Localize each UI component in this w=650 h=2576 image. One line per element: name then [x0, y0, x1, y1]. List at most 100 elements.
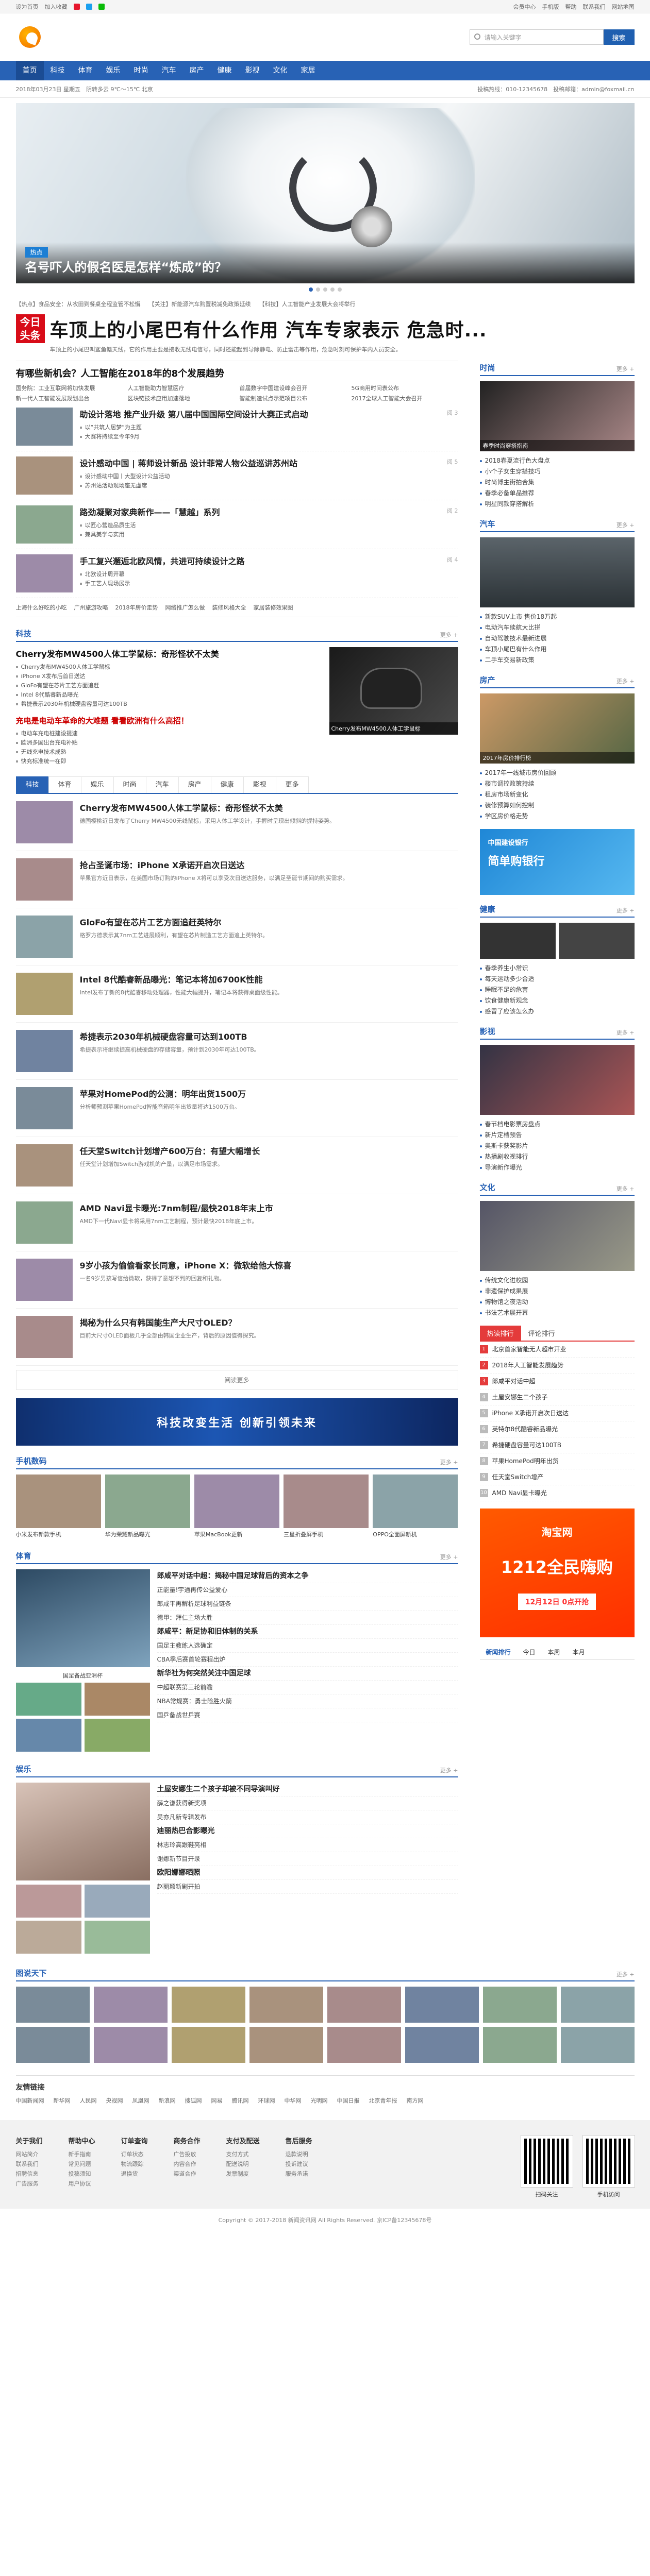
- rank-title[interactable]: 北京首家智能无人超市开业: [492, 1342, 566, 1357]
- fashion-news-item[interactable]: 明星同款穿搭解析: [479, 499, 635, 510]
- bullet-item[interactable]: 大赛将持续至今年9月: [79, 432, 308, 442]
- fashion-image[interactable]: 春季时尚穿搭指南: [479, 381, 635, 451]
- rank-item[interactable]: 1 北京首家智能无人超市开业: [479, 1342, 635, 1358]
- wechat-icon[interactable]: [98, 4, 105, 10]
- sports-news-item[interactable]: CBA季后赛首轮赛程出炉: [157, 1653, 458, 1667]
- more-link[interactable]: 更多 +: [616, 677, 635, 687]
- mobile-link[interactable]: 手机版: [542, 3, 559, 11]
- headline-title[interactable]: 车顶上的小尾巴有什么作用 汽车专家表示 危急时...: [50, 315, 487, 342]
- sports-news-item[interactable]: 国乒备战世乒赛: [157, 1708, 458, 1722]
- footer-link[interactable]: 渠道合作: [174, 2169, 201, 2179]
- bullet-item[interactable]: iPhone X发布后首日送达: [15, 672, 321, 681]
- ent-headline[interactable]: 欧阳娜娜晒照: [157, 1869, 201, 1877]
- category-tab[interactable]: 更多: [275, 776, 309, 793]
- more-link[interactable]: 更多 +: [440, 1553, 458, 1563]
- sports-news-item[interactable]: 正能量!宇通再传公益爱心: [157, 1583, 458, 1597]
- friend-link[interactable]: 网易: [211, 2096, 223, 2105]
- footer-link[interactable]: 订单状态: [121, 2149, 148, 2159]
- article-thumb[interactable]: [15, 456, 73, 495]
- sports-link[interactable]: CBA季后赛首轮赛程出炉: [157, 1656, 226, 1663]
- footer-link[interactable]: 用户协议: [69, 2179, 95, 2189]
- slider-dot[interactable]: [308, 287, 313, 292]
- rank-item[interactable]: 5 iPhone X承诺开启次日送达: [479, 1405, 635, 1421]
- ent-thumb[interactable]: [84, 1885, 150, 1918]
- category-tab[interactable]: 房产: [178, 776, 211, 793]
- bullet-item[interactable]: 以匠心营造品质生活: [79, 521, 220, 530]
- feed-thumb[interactable]: [15, 1087, 73, 1129]
- ent-news-item[interactable]: 欧阳娜娜晒照: [157, 1866, 458, 1880]
- member-center-link[interactable]: 会员中心: [513, 3, 536, 11]
- fashion-news-item[interactable]: 春季必备单品推荐: [479, 488, 635, 499]
- rank-item[interactable]: 7 希捷硬盘容量可达100TB: [479, 1437, 635, 1453]
- feed-title[interactable]: 任天堂Switch计划增产600万台：有望大幅增长: [80, 1144, 260, 1157]
- sports-news-item[interactable]: 郎咸平对话中超：揭秘中国足球背后的资本之争: [157, 1569, 458, 1583]
- ent-link[interactable]: 赵丽颖新剧开拍: [157, 1883, 201, 1890]
- nav-item[interactable]: 家居: [294, 61, 322, 80]
- bullet-item[interactable]: 无线充电技术成熟: [15, 748, 321, 757]
- bullet-item[interactable]: 设计感动中国丨大型设计公益活动: [79, 472, 298, 481]
- search-input[interactable]: 请输入关键字: [469, 29, 604, 45]
- feed-thumb[interactable]: [15, 1259, 73, 1301]
- sports-thumb[interactable]: [15, 1719, 81, 1752]
- sports-headline[interactable]: 郎咸平对话中超：揭秘中国足球背后的资本之争: [157, 1572, 309, 1580]
- nav-item[interactable]: 体育: [72, 61, 99, 80]
- more-link[interactable]: 更多 +: [440, 631, 458, 641]
- health-news-item[interactable]: 感冒了应该怎么办: [479, 1006, 635, 1017]
- tech-image[interactable]: Cherry发布MW4500人体工学鼠标: [329, 647, 458, 735]
- footer-link[interactable]: 广告投放: [174, 2149, 201, 2159]
- more-link[interactable]: 更多 +: [440, 1766, 458, 1776]
- friend-link[interactable]: 北京青年报: [369, 2096, 397, 2105]
- more-link[interactable]: 更多 +: [616, 1184, 635, 1195]
- rank-item[interactable]: 2 2018年人工智能发展趋势: [479, 1358, 635, 1374]
- more-link[interactable]: 更多 +: [440, 1458, 458, 1468]
- nav-item[interactable]: 娱乐: [99, 61, 127, 80]
- ent-headline[interactable]: 迪丽热巴合影曝光: [157, 1827, 215, 1835]
- gallery-thumb[interactable]: [15, 2027, 90, 2063]
- friend-link[interactable]: 光明网: [311, 2096, 328, 2105]
- lead-title[interactable]: 有哪些新机会？人工智能在2018年的8个发展趋势: [16, 368, 225, 379]
- friend-link[interactable]: 新浪网: [159, 2096, 176, 2105]
- bullet-item[interactable]: 苏州站活动现场座无虚席: [79, 481, 298, 490]
- ent-link[interactable]: 林志玲高跟鞋亮相: [157, 1841, 207, 1849]
- gallery-thumb[interactable]: [560, 2027, 635, 2063]
- gallery-thumb[interactable]: [15, 1987, 90, 2023]
- film-news-item[interactable]: 新片定档预告: [479, 1130, 635, 1141]
- category-tab[interactable]: 娱乐: [80, 776, 114, 793]
- gallery-thumb[interactable]: [93, 2027, 168, 2063]
- sports-headline[interactable]: 郎咸平：新足协和旧体制的关系: [157, 1628, 258, 1636]
- culture-news-item[interactable]: 书法艺术展开幕: [479, 1308, 635, 1318]
- nav-item[interactable]: 影视: [239, 61, 266, 80]
- digital-card[interactable]: 三星折叠屏手机: [284, 1475, 369, 1538]
- feed-title[interactable]: AMD Navi显卡曝光:7nm制程/最快2018年末上市: [80, 1201, 273, 1214]
- culture-news-item[interactable]: 非遗保护成果展: [479, 1286, 635, 1297]
- bullet-item[interactable]: 欧洲多国出台充电补贴: [15, 738, 321, 748]
- ent-news-item[interactable]: 谢娜新节目开录: [157, 1852, 458, 1866]
- footer-link[interactable]: 退换货: [121, 2169, 148, 2179]
- sports-link[interactable]: 中超联赛第三轮前瞻: [157, 1684, 213, 1691]
- tencent-weibo-icon[interactable]: [86, 4, 92, 10]
- footer-link[interactable]: 常见问题: [69, 2159, 95, 2169]
- sports-thumb[interactable]: [84, 1719, 150, 1752]
- bullet-item[interactable]: 电动车充电桩建设提速: [15, 729, 321, 738]
- footer-link[interactable]: 投诉建议: [286, 2159, 312, 2169]
- tech-feature2-title[interactable]: 充电是电动车革命的大难题 看看欧洲有什么高招！: [16, 715, 321, 726]
- rank-title[interactable]: 郎咸平对话中超: [492, 1374, 536, 1389]
- fashion-news-item[interactable]: 时尚博主街拍合集: [479, 477, 635, 488]
- feed-thumb[interactable]: [15, 1201, 73, 1244]
- sports-thumb[interactable]: [15, 1683, 81, 1716]
- sports-news-item[interactable]: 郎咸平再解析足球利益链条: [157, 1597, 458, 1611]
- site-logo[interactable]: [16, 23, 44, 51]
- lead-link[interactable]: 区块链技术应用加速落地: [128, 394, 235, 402]
- film-news-item[interactable]: 春节档电影票房盘点: [479, 1119, 635, 1130]
- rank-item[interactable]: 10 AMD Navi显卡曝光: [479, 1485, 635, 1501]
- film-news-item[interactable]: 奥斯卡获奖影片: [479, 1141, 635, 1151]
- contact-link[interactable]: 联系我们: [583, 3, 606, 11]
- sitemap-link[interactable]: 网站地图: [612, 3, 635, 11]
- weibo-icon[interactable]: [73, 4, 80, 10]
- auto-news-item[interactable]: 电动汽车续航大比拼: [479, 622, 635, 633]
- hero-slider[interactable]: 热点 名号吓人的假名医是怎样“炼成”的？: [15, 103, 635, 283]
- health-news-item[interactable]: 饮食健康新观念: [479, 995, 635, 1006]
- rank-title[interactable]: AMD Navi显卡曝光: [492, 1485, 547, 1501]
- ent-link[interactable]: 谢娜新节目开录: [157, 1855, 201, 1862]
- ent-news-item[interactable]: 迪丽热巴合影曝光: [157, 1824, 458, 1838]
